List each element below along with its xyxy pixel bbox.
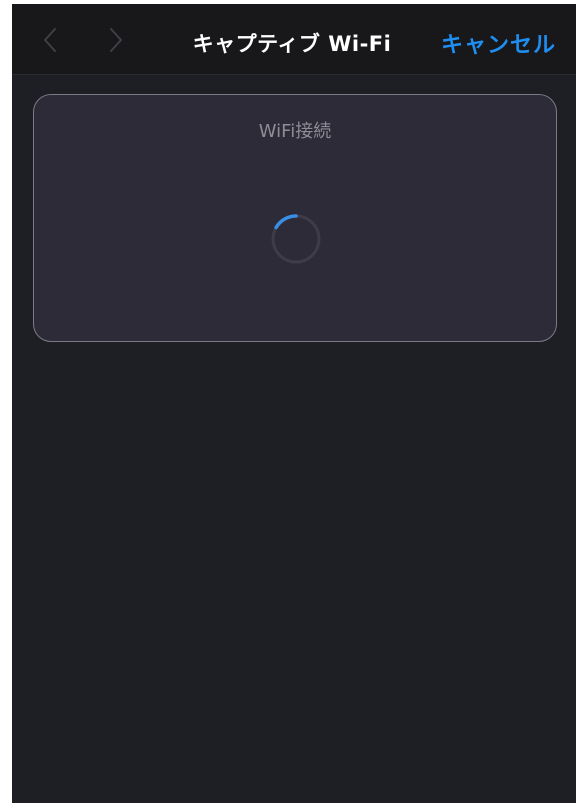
captive-wifi-screen: キャプティブ Wi-Fi キャンセル WiFi接続 bbox=[12, 4, 576, 803]
wifi-connection-card: WiFi接続 bbox=[33, 94, 557, 342]
chevron-left-icon bbox=[44, 28, 56, 52]
cancel-button[interactable]: キャンセル bbox=[441, 27, 556, 59]
back-button[interactable] bbox=[38, 26, 62, 54]
card-title: WiFi接続 bbox=[258, 121, 332, 142]
chevron-right-icon bbox=[110, 28, 122, 52]
loading-spinner-icon bbox=[271, 214, 321, 264]
navigation-bar: キャプティブ Wi-Fi キャンセル bbox=[12, 4, 576, 75]
forward-button[interactable] bbox=[104, 26, 128, 54]
page-title: キャプティブ Wi-Fi bbox=[192, 32, 392, 56]
